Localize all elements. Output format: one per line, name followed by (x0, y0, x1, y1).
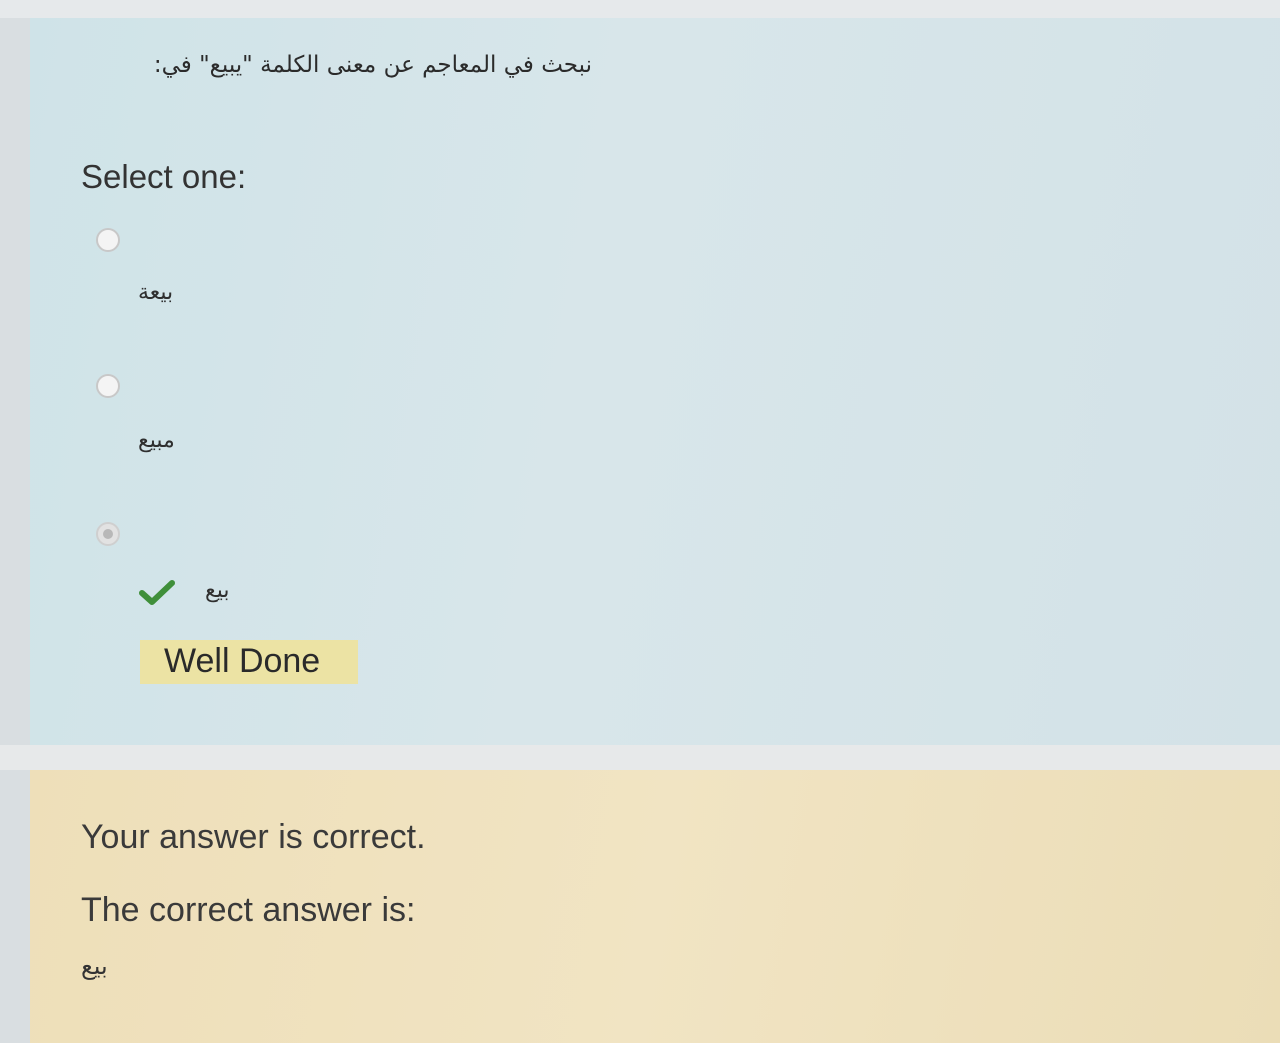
option-3-label[interactable]: بيع (205, 578, 229, 603)
well-done-feedback: Well Done (140, 640, 358, 684)
option-1-radio[interactable] (96, 228, 120, 252)
correct-answer-value: بيع (81, 952, 108, 980)
option-2-radio[interactable] (96, 374, 120, 398)
panel-gap (0, 745, 1280, 770)
question-text: نبحث في المعاجم عن معنى الكلمة "يبيع" في… (153, 52, 592, 78)
top-strip (0, 0, 1280, 18)
select-one-prompt: Select one: (81, 158, 247, 195)
option-3-radio[interactable] (96, 522, 120, 546)
correct-answer-heading: The correct answer is: (81, 891, 416, 929)
option-1-label[interactable]: بيعة (138, 280, 173, 305)
check-icon (139, 580, 175, 605)
question-panel (30, 18, 1280, 745)
result-text: Your answer is correct. (81, 818, 426, 856)
well-done-text: Well Done (164, 642, 321, 680)
option-2-label[interactable]: مبيع (138, 428, 175, 453)
